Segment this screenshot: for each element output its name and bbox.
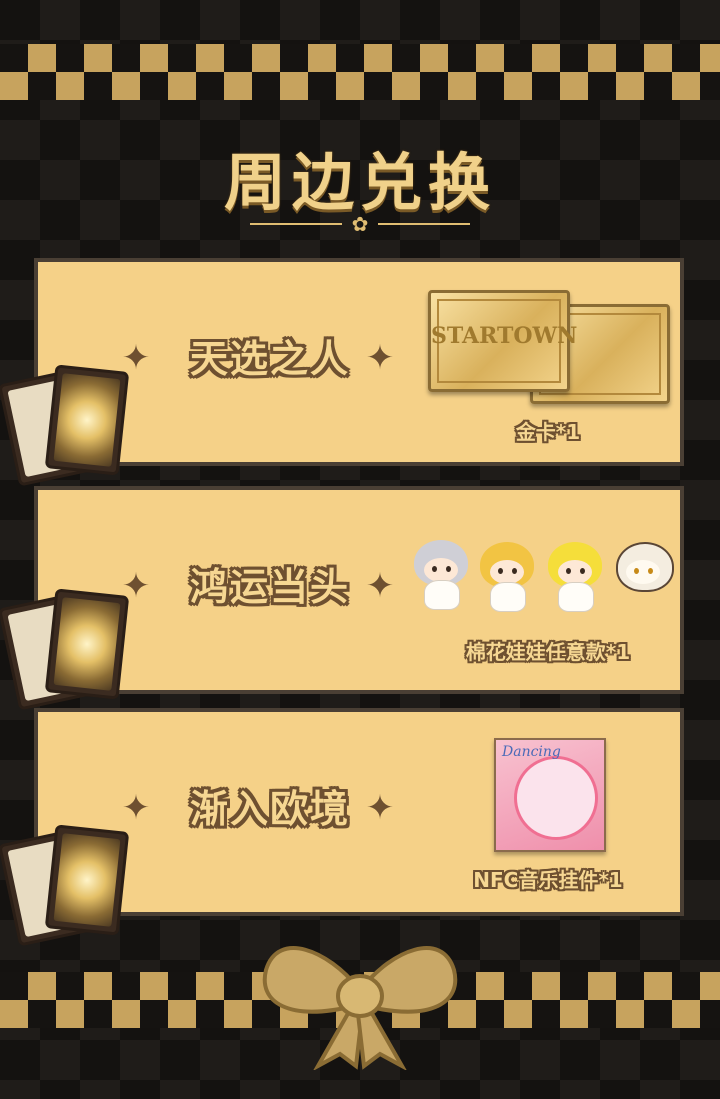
title-divider: ✿ [250, 214, 470, 234]
tarot-card-icon [0, 588, 132, 711]
divider-line-right [378, 223, 470, 225]
tarot-face [53, 373, 121, 467]
tarot-card-front [44, 588, 130, 700]
tarot-face [53, 833, 121, 927]
tarot-card-icon [0, 824, 132, 947]
gold-card-front-image: STARTOWN [428, 290, 578, 392]
plush-face [490, 560, 524, 584]
top-checker-band [0, 44, 720, 100]
sparkle-icon: ✦ [365, 788, 395, 828]
bow-right-tail [355, 1007, 407, 1070]
flower-icon: ✿ [351, 212, 369, 236]
music-disc [514, 756, 598, 840]
plush-face [424, 558, 458, 582]
plush-body [424, 580, 460, 610]
plush-doll-blonde [476, 542, 538, 612]
plush-eye [432, 566, 437, 572]
prize-caption: NFC音乐挂件*1 [473, 868, 623, 892]
plush-eye [498, 568, 503, 574]
page-title: 周边兑换 [223, 146, 496, 219]
sparkle-icon: ✦ [365, 566, 395, 606]
nfc-music-pendant-image: Dancing [494, 738, 606, 852]
divider-line-left [250, 223, 342, 225]
bow-icon [262, 946, 458, 1070]
plush-eye [634, 568, 639, 574]
music-box-label: Dancing [502, 744, 561, 760]
bow-knot [336, 974, 384, 1018]
plush-body [490, 582, 526, 612]
tarot-card-front [44, 824, 130, 936]
plush-eye [566, 568, 571, 574]
plush-body [558, 582, 594, 612]
bow-left-tail [313, 1007, 365, 1070]
plush-face [626, 560, 660, 584]
plush-eye [512, 568, 517, 574]
tarot-card-front [44, 364, 130, 476]
plush-eye [446, 566, 451, 572]
tarot-face [53, 597, 121, 691]
plush-doll-raccoon [612, 542, 674, 612]
plush-doll-yellow [544, 542, 606, 612]
plush-face [558, 560, 592, 584]
plush-eye [580, 568, 585, 574]
plush-doll-silver [410, 540, 472, 610]
sparkle-icon: ✦ [365, 338, 395, 378]
tarot-card-icon [0, 364, 132, 487]
gold-card-logo: STARTOWN [431, 323, 578, 349]
plush-eye [648, 568, 653, 574]
prize-caption: 金卡*1 [515, 420, 581, 444]
prize-caption: 棉花娃娃任意款*1 [465, 640, 631, 664]
